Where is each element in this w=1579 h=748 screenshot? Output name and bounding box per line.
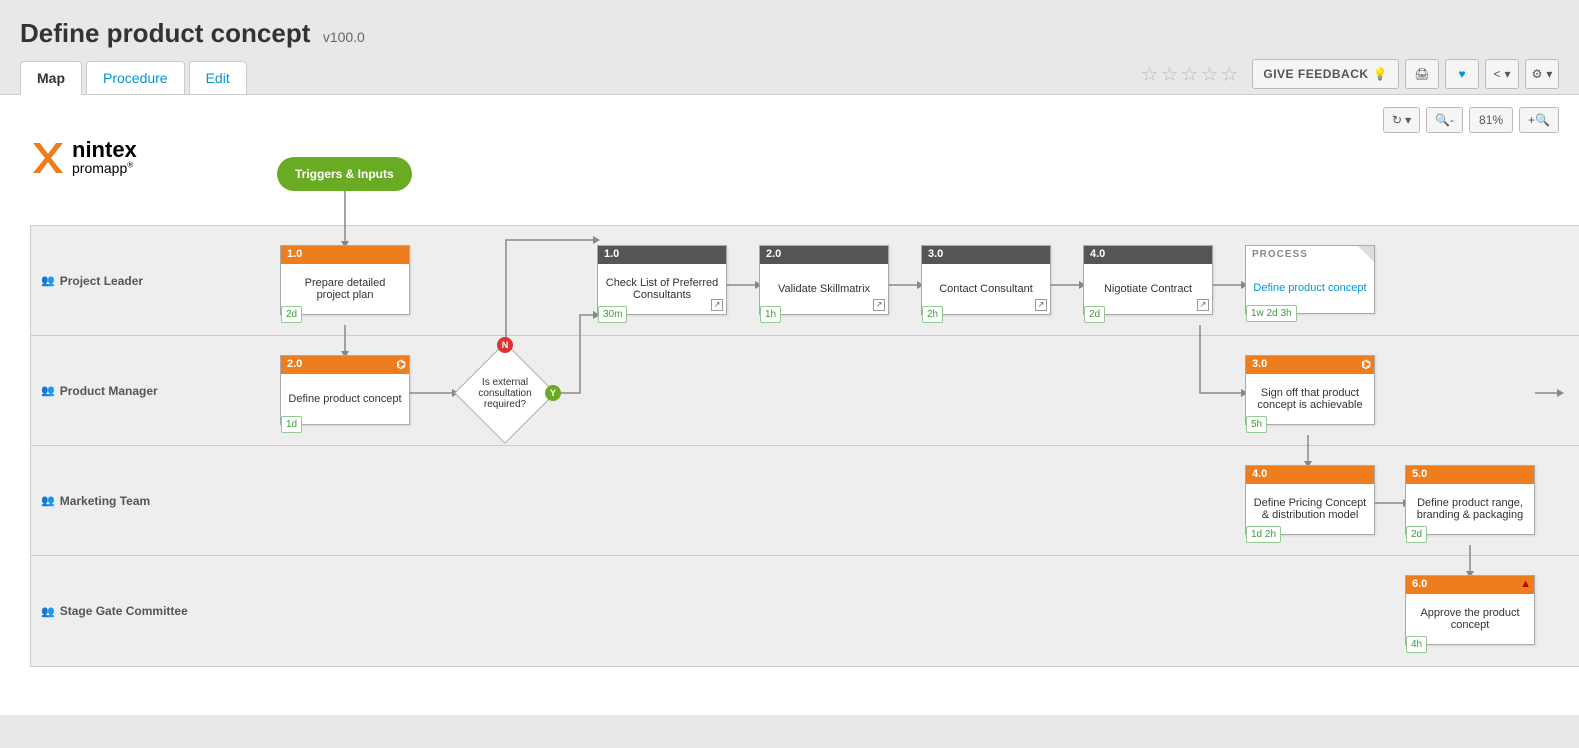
tab-map[interactable]: Map <box>20 61 82 95</box>
node-duration: 1h <box>760 306 781 323</box>
star-icon[interactable]: ☆ <box>1181 62 1199 87</box>
node-number: 5.0 <box>1412 468 1427 480</box>
logo-icon <box>30 140 66 176</box>
give-feedback-button[interactable]: GIVE FEEDBACK 💡 <box>1252 59 1399 89</box>
zoom-out-button[interactable]: 🔍- <box>1426 107 1463 133</box>
people-icon: 👥 <box>41 384 55 397</box>
tab-edit[interactable]: Edit <box>189 61 247 95</box>
warning-icon: ▲ <box>1520 578 1531 590</box>
node-define-concept[interactable]: 2.0⌬ Define product concept 1d <box>280 355 410 425</box>
node-validate-skillmatrix[interactable]: 2.0 Validate Skillmatrix ↗ 1h <box>759 245 889 315</box>
node-duration: 2d <box>1406 526 1427 543</box>
tab-bar: Map Procedure Edit ☆ ☆ ☆ ☆ ☆ GIVE FEEDBA… <box>0 59 1579 95</box>
star-icon[interactable]: ☆ <box>1141 62 1159 87</box>
tab-procedure[interactable]: Procedure <box>86 61 185 95</box>
lane-label: Project Leader <box>60 274 143 288</box>
node-duration: 1d <box>281 416 302 433</box>
triggers-inputs-node[interactable]: Triggers & Inputs <box>277 157 412 191</box>
node-duration: 2h <box>922 306 943 323</box>
node-prepare-plan[interactable]: 1.0 Prepare detailed project plan 2d <box>280 245 410 315</box>
settings-button[interactable]: ⚙ ▾ <box>1525 59 1559 89</box>
page-title: Define product concept <box>20 18 310 49</box>
expand-icon[interactable]: ↗ <box>711 299 723 311</box>
node-duration: 5h <box>1246 416 1267 433</box>
node-pricing-concept[interactable]: 4.0 Define Pricing Concept & distributio… <box>1245 465 1375 535</box>
node-product-range[interactable]: 5.0 Define product range, branding & pac… <box>1405 465 1535 535</box>
decision-yes-badge: Y <box>545 385 561 401</box>
print-icon: 🖨 <box>1414 67 1429 81</box>
package-icon: ⌬ <box>396 358 406 371</box>
heart-icon: ♥ <box>1458 67 1465 81</box>
lane-label: Stage Gate Committee <box>60 604 188 618</box>
decision-external-consult[interactable]: Is external consultation required? N Y <box>455 343 555 443</box>
node-number: 3.0 <box>928 248 943 260</box>
decision-text: Is external consultation required? <box>455 377 555 410</box>
star-icon[interactable]: ☆ <box>1220 62 1238 87</box>
expand-icon[interactable]: ↗ <box>1197 299 1209 311</box>
clock-icon: ↻ <box>1392 113 1402 127</box>
node-number: 3.0 <box>1252 358 1267 370</box>
node-duration: 1w 2d 3h <box>1246 305 1297 322</box>
node-duration: 1d 2h <box>1246 526 1281 543</box>
node-number: 2.0 <box>287 358 302 370</box>
decision-no-badge: N <box>497 337 513 353</box>
node-duration: 4h <box>1406 636 1427 653</box>
node-approve-concept[interactable]: 6.0▲ Approve the product concept 4h <box>1405 575 1535 645</box>
expand-icon[interactable]: ↗ <box>1035 299 1047 311</box>
favorite-button[interactable]: ♥ <box>1445 59 1479 89</box>
share-icon: < <box>1493 67 1500 81</box>
node-duration: 30m <box>598 306 627 323</box>
lane-label: Product Manager <box>60 384 158 398</box>
rating-stars[interactable]: ☆ ☆ ☆ ☆ ☆ <box>1141 62 1239 87</box>
zoom-in-icon: +🔍 <box>1528 113 1550 127</box>
node-number: 2.0 <box>766 248 781 260</box>
history-button[interactable]: ↻ ▾ <box>1383 107 1420 133</box>
star-icon[interactable]: ☆ <box>1161 62 1179 87</box>
node-duration: 2d <box>281 306 302 323</box>
zoom-in-button[interactable]: +🔍 <box>1519 107 1559 133</box>
gear-icon: ⚙ <box>1532 67 1543 81</box>
star-icon[interactable]: ☆ <box>1200 62 1218 87</box>
version-label: v100.0 <box>323 29 365 45</box>
share-button[interactable]: < ▾ <box>1485 59 1519 89</box>
node-process-link[interactable]: PROCESS Define product concept 1w 2d 3h <box>1245 245 1375 314</box>
zoom-level[interactable]: 81% <box>1469 107 1513 133</box>
process-label: PROCESS <box>1246 246 1374 263</box>
zoom-out-icon: 🔍- <box>1435 113 1454 127</box>
app-logo: nintex promapp® <box>30 140 137 176</box>
node-negotiate-contract[interactable]: 4.0 Nigotiate Contract ↗ 2d <box>1083 245 1213 315</box>
logo-subtext: promapp® <box>72 160 137 176</box>
print-button[interactable]: 🖨 <box>1405 59 1439 89</box>
node-number: 6.0 <box>1412 578 1427 590</box>
node-sign-off[interactable]: 3.0⌬ Sign off that product concept is ac… <box>1245 355 1375 425</box>
node-checklist-consultants[interactable]: 1.0 Check List of Preferred Consultants … <box>597 245 727 315</box>
people-icon: 👥 <box>41 274 55 287</box>
node-number: 4.0 <box>1252 468 1267 480</box>
node-number: 1.0 <box>287 248 302 260</box>
canvas[interactable]: ↻ ▾ 🔍- 81% +🔍 nintex promapp® Triggers &… <box>0 95 1579 715</box>
node-number: 1.0 <box>604 248 619 260</box>
people-icon: 👥 <box>41 605 55 618</box>
node-contact-consultant[interactable]: 3.0 Contact Consultant ↗ 2h <box>921 245 1051 315</box>
people-icon: 👥 <box>41 494 55 507</box>
logo-text: nintex <box>72 140 137 160</box>
expand-icon[interactable]: ↗ <box>873 299 885 311</box>
lane-label: Marketing Team <box>60 494 150 508</box>
node-number: 4.0 <box>1090 248 1105 260</box>
lane-stage-gate: 👥 Stage Gate Committee <box>31 556 1579 666</box>
lightbulb-icon: 💡 <box>1373 67 1388 81</box>
node-duration: 2d <box>1084 306 1105 323</box>
package-icon: ⌬ <box>1361 358 1371 371</box>
